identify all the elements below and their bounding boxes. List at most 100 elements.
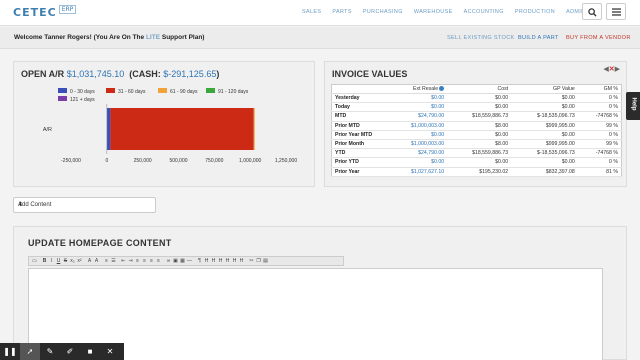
h3-icon[interactable]: H — [217, 258, 224, 264]
ar-aging-chart: 0 - 30 days 31 - 60 days 61 - 90 days 91 - … — [43, 88, 297, 164]
ordered-list-icon[interactable]: ≡ — [103, 258, 110, 264]
row-cell: -74768 % — [577, 148, 622, 159]
help-tab[interactable]: Help — [626, 92, 640, 120]
editor-toolbar: ▭ B I U S x₂ x² A A ≡ ☰ ⇤ ⇥ ≡ ≡ ≡ ≡ ∞ ▣ … — [28, 256, 344, 266]
bullet-list-icon[interactable]: ☰ — [110, 258, 117, 264]
nav-sales[interactable]: SALES — [302, 9, 321, 15]
legend-label: 91 - 120 days — [218, 89, 249, 95]
legend-swatch — [206, 88, 215, 93]
h5-icon[interactable]: H — [231, 258, 238, 264]
outdent-icon[interactable]: ⇤ — [120, 258, 127, 264]
header-gm-pct: GM % — [577, 84, 622, 94]
row-cell: $18,559,886.73 — [447, 111, 512, 122]
update-content-panel: UPDATE HOMEPAGE CONTENT ▭ B I U S x₂ x² … — [13, 226, 627, 360]
row-cell[interactable]: $1,000,003.00 — [387, 139, 448, 150]
row-label: Prior YTD — [331, 157, 388, 168]
category-label: A/R — [43, 127, 52, 133]
subscript-icon[interactable]: x₂ — [69, 258, 76, 264]
open-ar-panel: OPEN A/R $1,031,745.10 (CASH: $-291,125.… — [13, 61, 315, 187]
buy-from-vendor-link[interactable]: BUY FROM A VENDOR — [566, 35, 631, 41]
invoice-values-panel: INVOICE VALUES ◀✕▶ Ext Resale Cost GP Va… — [324, 61, 627, 187]
table-row: MTD $24,790.00 $18,559,886.73 $-18,535,096.… — [331, 111, 622, 122]
strike-icon[interactable]: S — [62, 258, 69, 264]
cut-icon[interactable]: ✂ — [248, 258, 255, 264]
row-cell[interactable]: $0.00 — [387, 157, 448, 168]
row-cell: $832,397.08 — [511, 167, 578, 177]
main-menu: SALES PARTS PURCHASING WAREHOUSE ACCOUNT… — [302, 9, 596, 15]
next-arrow-icon[interactable]: ▶ — [615, 66, 620, 73]
search-button[interactable] — [582, 3, 602, 20]
ar-title: OPEN A/R $1,031,745.10 (CASH: $-291,125.… — [21, 69, 220, 79]
search-icon — [588, 8, 597, 17]
plan-link[interactable]: LITE — [146, 34, 160, 41]
legend-swatch — [158, 88, 167, 93]
table-icon[interactable]: ▦ — [179, 258, 186, 264]
h2-icon[interactable]: H — [210, 258, 217, 264]
row-cell: 0 % — [577, 130, 622, 140]
row-cell[interactable]: $0.00 — [387, 102, 448, 113]
tick-label: 750,000 — [205, 158, 223, 164]
h4-icon[interactable]: H — [224, 258, 231, 264]
row-cell: -74768 % — [577, 111, 622, 122]
row-cell[interactable]: $0.00 — [387, 93, 448, 104]
cursor-icon[interactable]: ➚ — [20, 343, 40, 360]
table-row: Prior Month $1,000,003.00 $8.00 $999,995.00… — [331, 139, 622, 150]
welcome-message: Welcome Tanner Rogers! (You Are On The L… — [14, 34, 205, 41]
info-icon[interactable] — [439, 86, 445, 92]
row-cell: 81 % — [577, 167, 622, 177]
row-cell: $8.00 — [447, 139, 512, 150]
close-recorder-icon[interactable]: ✕ — [100, 343, 120, 360]
table-row: Prior Year MTD $0.00 $0.00 $0.00 0 % — [331, 130, 622, 140]
paste-icon[interactable]: ▤ — [262, 258, 269, 264]
nav-parts[interactable]: PARTS — [332, 9, 351, 15]
sell-existing-stock-link[interactable]: SELL EXISTING STOCK — [447, 35, 515, 41]
row-label: YTD — [331, 148, 388, 159]
copy-icon[interactable]: ❐ — [255, 258, 262, 264]
nav-accounting[interactable]: ACCOUNTING — [464, 9, 504, 15]
h1-icon[interactable]: H — [203, 258, 210, 264]
row-cell: 99 % — [577, 121, 622, 131]
align-center-icon[interactable]: ≡ — [141, 258, 148, 264]
row-cell: $-18,535,096.73 — [511, 111, 578, 122]
highlighter-icon[interactable]: ✐ — [60, 343, 80, 360]
row-cell: $0.00 — [511, 102, 578, 113]
row-cell[interactable]: $0.00 — [387, 130, 448, 140]
superscript-icon[interactable]: x² — [76, 258, 83, 264]
add-content-select[interactable]: Add Content ⬍ — [13, 197, 156, 213]
paragraph-icon[interactable]: ¶ — [196, 258, 203, 264]
nav-production[interactable]: PRODUCTION — [515, 9, 555, 15]
justify-icon[interactable]: ≡ — [155, 258, 162, 264]
row-cell: $8.00 — [447, 121, 512, 131]
menu-button[interactable] — [606, 3, 626, 20]
link-icon[interactable]: ∞ — [165, 258, 172, 264]
table-header-row: Ext Resale Cost GP Value GM % — [331, 84, 622, 94]
header-blank — [331, 84, 388, 94]
row-cell[interactable]: $1,000,003.00 — [387, 121, 448, 131]
italic-icon[interactable]: I — [48, 258, 55, 264]
build-a-part-link[interactable]: BUILD A PART — [518, 35, 559, 41]
text-color-icon[interactable]: A — [86, 258, 93, 264]
bar-segment — [106, 108, 111, 150]
hr-icon[interactable]: — — [186, 258, 193, 264]
underline-icon[interactable]: U — [55, 258, 62, 264]
source-icon[interactable]: ▭ — [31, 258, 38, 264]
bold-icon[interactable]: B — [41, 258, 48, 264]
align-left-icon[interactable]: ≡ — [134, 258, 141, 264]
row-cell[interactable]: $1,027,627.10 — [387, 167, 448, 177]
row-cell[interactable]: $24,790.00 — [387, 111, 448, 122]
align-right-icon[interactable]: ≡ — [148, 258, 155, 264]
image-icon[interactable]: ▣ — [172, 258, 179, 264]
tick-label: -250,000 — [61, 158, 81, 164]
pen-icon[interactable]: ✎ — [40, 343, 60, 360]
legend-swatch — [58, 88, 67, 93]
nav-warehouse[interactable]: WAREHOUSE — [414, 9, 453, 15]
app-logo[interactable]: CETEC ERP — [13, 5, 77, 19]
camera-icon[interactable]: ■ — [80, 343, 100, 360]
legend-label: 121 + days — [70, 97, 95, 103]
nav-purchasing[interactable]: PURCHASING — [363, 9, 403, 15]
row-cell[interactable]: $24,790.00 — [387, 148, 448, 159]
h6-icon[interactable]: H — [238, 258, 245, 264]
bg-color-icon[interactable]: A — [93, 258, 100, 264]
indent-icon[interactable]: ⇥ — [127, 258, 134, 264]
pause-icon[interactable]: ❚❚ — [0, 343, 20, 360]
